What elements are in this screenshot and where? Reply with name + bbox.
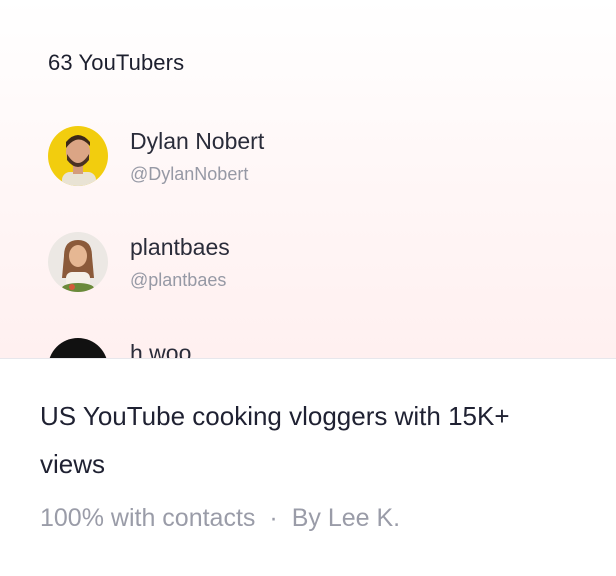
list-item[interactable]: Dylan Nobert @DylanNobert	[48, 126, 568, 188]
youtuber-list-preview: 63 YouTubers Dylan Nobert @DylanNobert p…	[0, 0, 616, 358]
avatar	[48, 232, 108, 292]
youtuber-name: plantbaes	[130, 234, 230, 260]
youtuber-name: h woo	[130, 340, 192, 358]
youtuber-handle: @DylanNobert	[130, 164, 249, 184]
avatar	[48, 126, 108, 186]
meta-separator: ·	[269, 504, 278, 532]
list-item[interactable]: h woo	[48, 338, 568, 358]
youtuber-handle: @plantbaes	[130, 270, 227, 290]
list-title[interactable]: US YouTube cooking vloggers with 15K+ vi…	[40, 392, 560, 488]
avatar	[48, 338, 108, 358]
list-card[interactable]: 63 YouTubers Dylan Nobert @DylanNobert p…	[0, 0, 616, 576]
contacts-percentage: 100% with contacts	[40, 504, 256, 532]
list-meta: 100% with contacts · By Lee K.	[40, 504, 400, 533]
divider	[0, 358, 616, 359]
youtuber-count: 63 YouTubers	[48, 50, 185, 75]
youtuber-name: Dylan Nobert	[130, 128, 265, 154]
list-item[interactable]: plantbaes @plantbaes	[48, 232, 568, 294]
author-label: By Lee K.	[291, 504, 401, 532]
